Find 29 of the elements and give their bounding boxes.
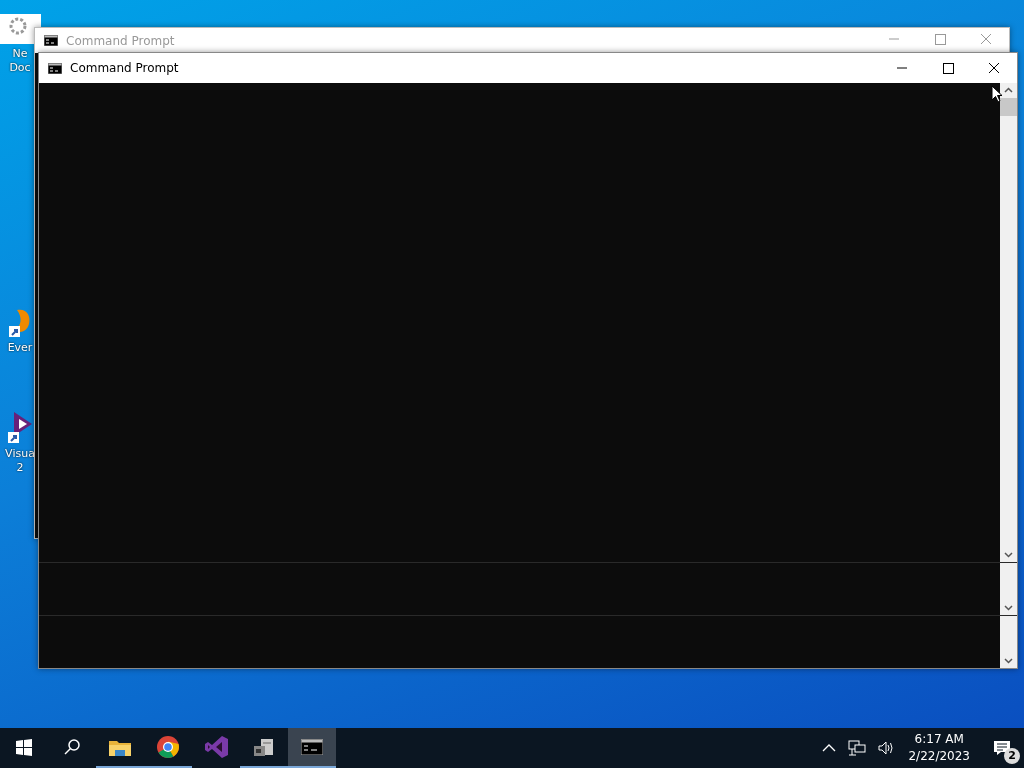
clock-time[interactable]: 6:17 AM [914,731,964,748]
icon-label[interactable]: Ne [12,47,28,61]
notification-count: 2 [1004,748,1020,764]
windows-logo-icon [16,738,32,756]
clock-date[interactable]: 2/22/2023 [908,748,970,765]
icon-label[interactable]: 2 [16,461,24,475]
console-icon [48,62,62,74]
window-title: Command Prompt [66,33,176,48]
network-icon[interactable] [848,740,867,756]
shortcut-icon[interactable] [9,308,31,338]
taskbar-button[interactable] [288,728,336,768]
search-icon [64,739,80,755]
console-icon [301,739,323,755]
play-shortcut-icon[interactable] [8,410,32,444]
notification-icon[interactable] [993,740,1011,756]
icon-label[interactable]: Visua [5,447,35,461]
browser-icon [157,736,179,758]
folder-icon [109,738,131,756]
window-title: Command Prompt [70,61,180,75]
mouse-cursor-icon [991,85,1003,104]
ribbon-logo-icon [204,736,228,758]
scroll-thumb[interactable] [1000,98,1017,116]
server-icon [253,737,275,757]
speaker-icon[interactable] [878,741,895,755]
gear-document-icon[interactable] [0,14,41,44]
chevron-up-icon[interactable] [822,743,837,753]
icon-label[interactable]: Ever [7,341,33,355]
icon-label[interactable]: Doc [9,61,31,75]
console-icon [44,35,58,46]
